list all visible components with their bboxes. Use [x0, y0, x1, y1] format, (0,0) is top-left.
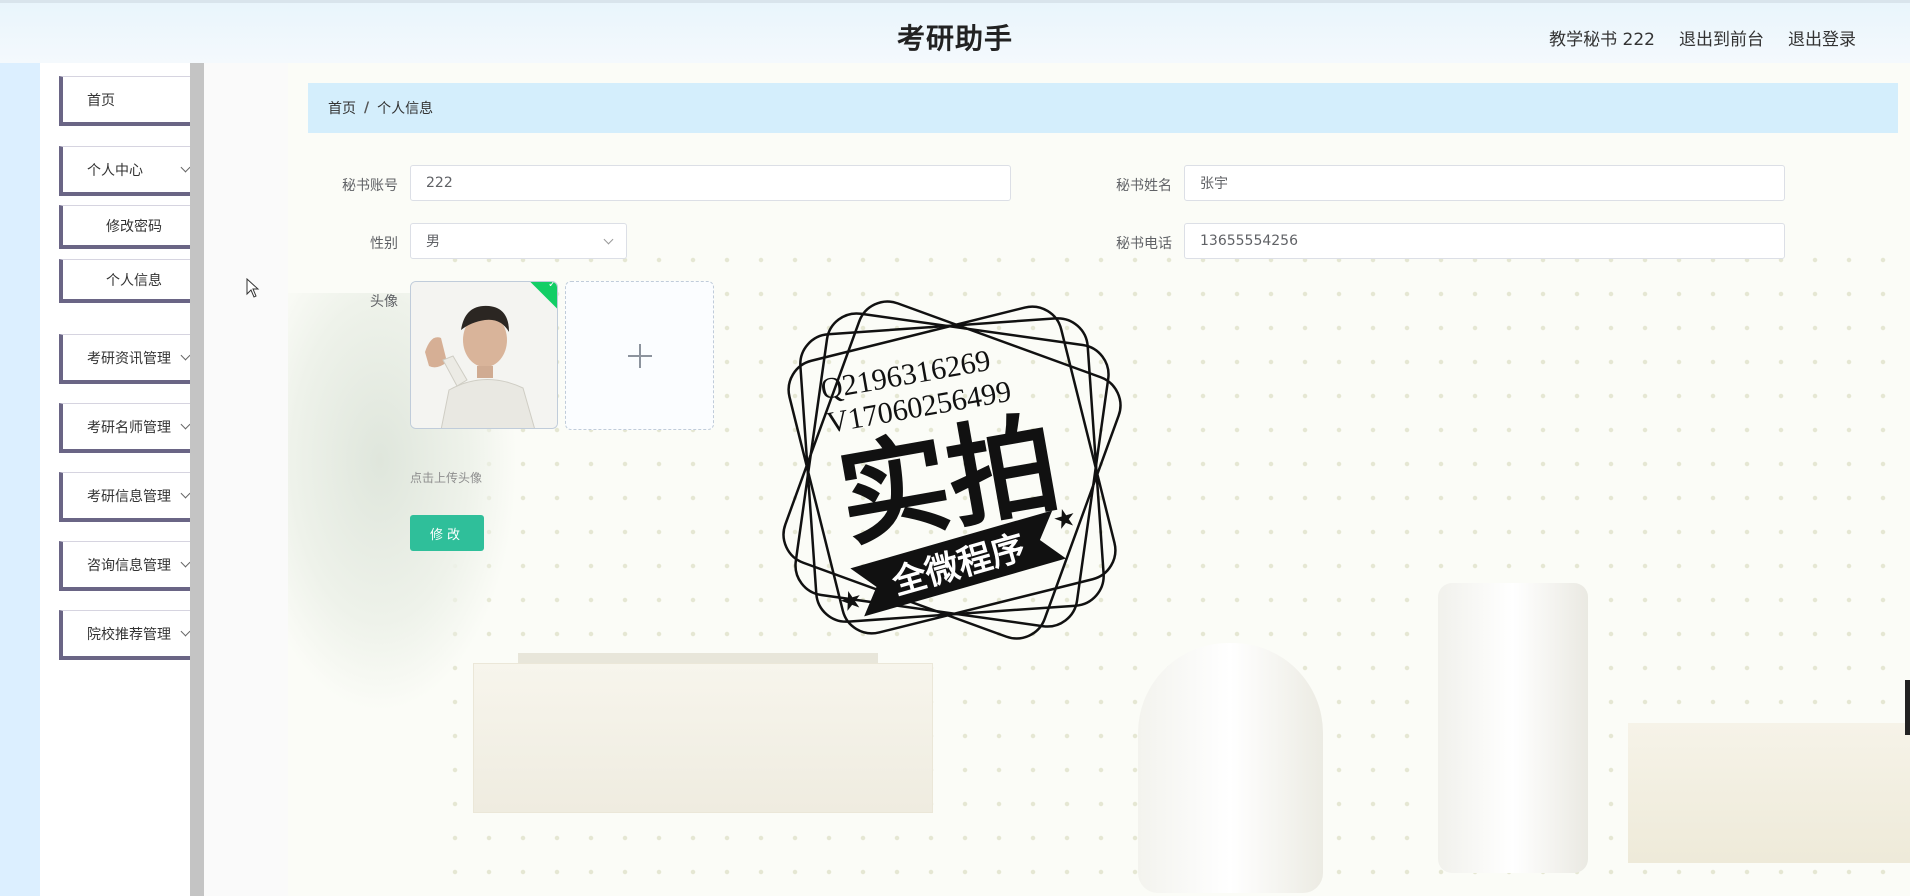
account-field[interactable]: 222	[410, 165, 1011, 201]
chevron-down-icon	[180, 488, 191, 499]
sidebar-item-consult-management[interactable]: 咨询信息管理	[59, 541, 209, 591]
phone-value: 13655554256	[1200, 233, 1298, 249]
star-icon: ★	[1049, 502, 1080, 537]
sidebar-item-school-recommend-management[interactable]: 院校推荐管理	[59, 610, 209, 660]
sidebar-item-change-password[interactable]: 修改密码	[59, 205, 209, 249]
name-label: 秘书姓名	[1116, 178, 1172, 194]
sidebar-item-label: 考研资讯管理	[87, 350, 171, 367]
sidebar-item-news-management[interactable]: 考研资讯管理	[59, 334, 209, 384]
name-value: 张宇	[1200, 176, 1228, 192]
sidebar-item-label: 个人信息	[106, 272, 162, 289]
sidebar-item-label: 首页	[87, 92, 115, 109]
chevron-down-icon	[180, 626, 191, 637]
breadcrumb-separator: /	[364, 100, 370, 116]
background-decor	[1138, 643, 1323, 893]
avatar-upload-button[interactable]	[565, 281, 714, 430]
gender-label: 性别	[370, 236, 398, 252]
sidebar-scrollbar[interactable]	[190, 63, 204, 896]
sidebar: 首页 个人中心 修改密码 个人信息 考研资讯管理 考研名师管理 考研信息管理 咨…	[40, 63, 209, 896]
check-icon: ✓	[548, 281, 557, 291]
exit-to-frontend-link[interactable]: 退出到前台	[1679, 25, 1764, 50]
sidebar-item-label: 院校推荐管理	[87, 626, 171, 643]
main-content: 首页 / 个人信息 秘书账号 222 秘书姓名 张宇 性别 男 秘书电话 136…	[288, 63, 1910, 896]
background-decor	[1628, 723, 1910, 863]
chevron-down-icon	[180, 557, 191, 568]
sidebar-item-label: 个人中心	[87, 162, 143, 179]
sidebar-item-label: 修改密码	[106, 218, 162, 235]
phone-label: 秘书电话	[1116, 236, 1172, 252]
sidebar-rail	[0, 63, 40, 896]
logout-link[interactable]: 退出登录	[1788, 25, 1856, 50]
avatar-photo	[411, 282, 557, 428]
content-gutter	[204, 63, 288, 896]
account-value: 222	[426, 175, 453, 191]
star-icon: ★	[836, 584, 867, 619]
account-label: 秘书账号	[342, 178, 398, 194]
chevron-down-icon	[180, 350, 191, 361]
top-header: 考研助手 教学秘书 222 退出到前台 退出登录	[0, 0, 1910, 63]
submit-button[interactable]: 修改	[410, 515, 484, 551]
background-decor	[473, 663, 933, 813]
phone-field[interactable]: 13655554256	[1184, 223, 1785, 259]
gender-select[interactable]: 男	[410, 223, 627, 259]
avatar-label: 头像	[370, 294, 398, 310]
sidebar-item-label: 考研信息管理	[87, 488, 171, 505]
plus-icon	[639, 344, 641, 368]
watermark-stamp: Q2196316269 V17060256499 实拍 全微程序 ★ ★	[782, 300, 1122, 640]
scrollbar-thumb[interactable]	[1905, 680, 1910, 735]
sidebar-item-teacher-management[interactable]: 考研名师管理	[59, 403, 209, 453]
sidebar-item-personal-info[interactable]: 个人信息	[59, 259, 209, 303]
chevron-down-icon	[180, 162, 191, 173]
breadcrumb-current: 个人信息	[377, 101, 434, 117]
name-field[interactable]: 张宇	[1184, 165, 1785, 201]
sidebar-item-label: 咨询信息管理	[87, 557, 171, 574]
gender-value: 男	[426, 234, 440, 250]
chevron-down-icon	[603, 234, 614, 245]
sidebar-item-exam-info-management[interactable]: 考研信息管理	[59, 472, 209, 522]
current-user-label: 教学秘书 222	[1549, 30, 1655, 50]
sidebar-item-personal-center[interactable]: 个人中心	[59, 146, 209, 196]
sidebar-item-home[interactable]: 首页	[59, 76, 209, 126]
mouse-cursor-icon	[246, 278, 260, 298]
breadcrumb-home[interactable]: 首页	[328, 98, 356, 118]
avatar[interactable]: ✓	[410, 281, 558, 429]
upload-tip: 点击上传头像	[410, 471, 483, 485]
chevron-down-icon	[180, 419, 191, 430]
sidebar-item-label: 考研名师管理	[87, 419, 171, 436]
header-links: 教学秘书 222 退出到前台 退出登录	[1549, 25, 1856, 50]
background-decor	[1438, 583, 1588, 873]
breadcrumb: 首页 / 个人信息	[308, 83, 1898, 133]
